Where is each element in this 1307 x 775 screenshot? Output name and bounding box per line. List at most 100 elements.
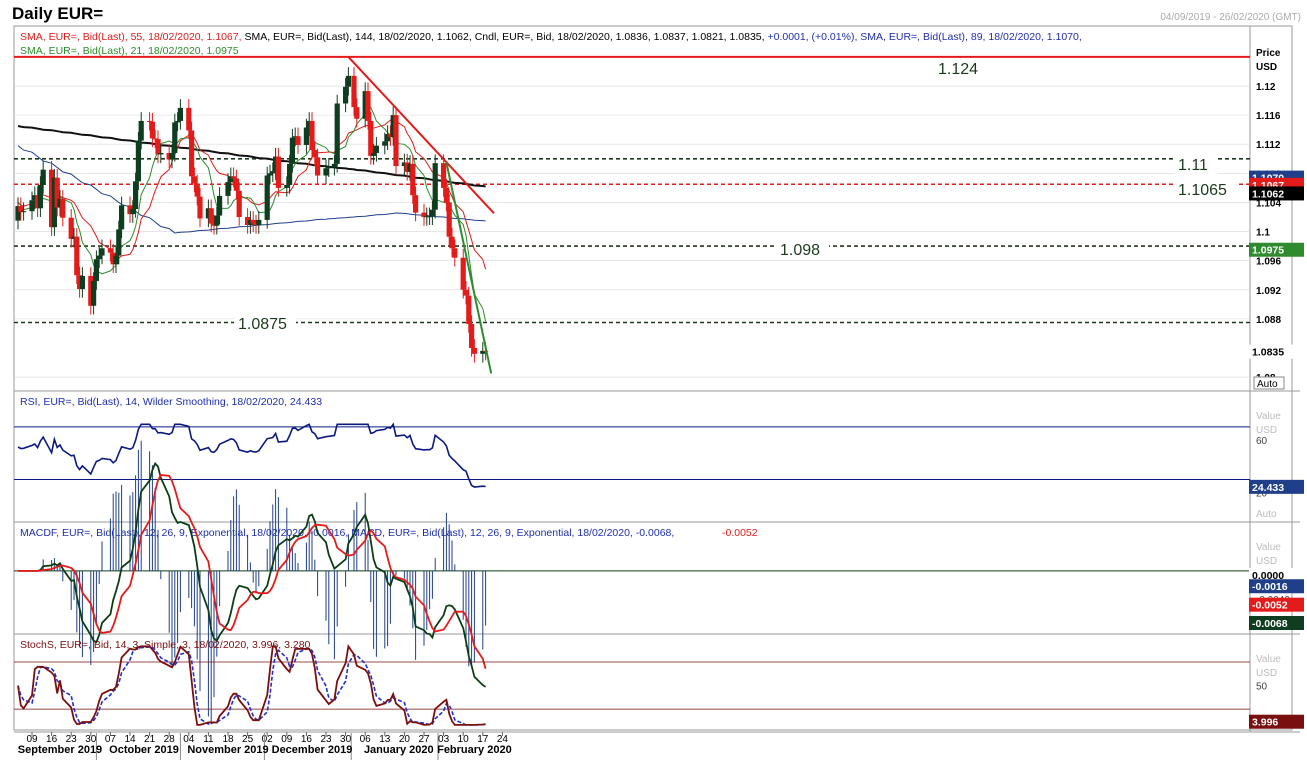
macd-hist-badge: -0.0016 (1252, 581, 1288, 593)
stoch-tick-label: 50 (1256, 682, 1268, 693)
candle-body (149, 121, 155, 139)
last-price-badge: 1.0835 (1252, 347, 1284, 359)
price-axis-title: Price (1256, 48, 1281, 59)
sma-21-badge: 1.0975 (1252, 245, 1284, 257)
candle-body (135, 140, 141, 182)
macd-signal-badge: -0.0052 (1252, 600, 1288, 612)
rsi-legend: RSI, EUR=, Bid(Last), 14, Wilder Smoothi… (20, 396, 322, 408)
stoch-badge: 3.996 (1252, 717, 1278, 729)
legend-part: +0.0001, (+0.01%), (767, 31, 860, 43)
candle-body (130, 208, 136, 215)
chart-canvas[interactable]: 1.121.1161.1121.1081.1041.11.0961.0921.0… (0, 0, 1307, 775)
price-tick-label: 1.096 (1256, 257, 1281, 268)
candle-body (334, 103, 340, 164)
legend-part: SMA, EUR=, Bid(Last), 21, 18/02/2020, 1.… (20, 45, 239, 57)
chart-window: Daily EUR= 04/09/2019 - 26/02/2020 (GMT)… (0, 0, 1307, 775)
level-label: 1.0875 (238, 316, 287, 333)
candle-body (463, 289, 469, 296)
candle-body (432, 163, 438, 210)
stoch-legend: StochS, EUR=, Bid, 14, 3, Simple, 3, 18/… (20, 639, 311, 651)
candle-body (93, 259, 99, 282)
price-tick-label: 1.12 (1256, 82, 1276, 93)
candle-body (189, 130, 195, 177)
candle-body (345, 75, 351, 87)
candle-body (469, 323, 475, 348)
price-tick-label: 1.1 (1256, 228, 1270, 239)
candle-body (133, 181, 139, 209)
legend-part: SMA, EUR=, Bid(Last), 89, 18/02/2020, 1.… (860, 31, 1082, 43)
price-tick-label: 1.088 (1256, 315, 1281, 326)
macd-axis-title: Value (1256, 542, 1281, 553)
candle-body (410, 163, 416, 196)
price-axis-unit: USD (1256, 62, 1277, 73)
candle-body (256, 219, 262, 226)
candle-body (191, 176, 197, 184)
rsi-axis-title: Value (1256, 411, 1281, 422)
candle-body (351, 75, 357, 108)
rsi-line (17, 422, 486, 488)
candle-body (267, 173, 273, 176)
candle-body (186, 107, 192, 131)
macd-legend-signal: -0.0052 (722, 527, 758, 539)
candle-body (312, 150, 318, 158)
candle-body (365, 91, 371, 121)
candle-body (40, 169, 46, 185)
legend: SMA, EUR=, Bid(Last), 55, 18/02/2020, 1.… (20, 31, 1082, 43)
legend-part: SMA, EUR=, Bid(Last), 144, 18/02/2020, 1… (244, 31, 474, 43)
candle-body (155, 139, 161, 155)
candle-body (29, 200, 35, 212)
candle-body (413, 195, 419, 213)
candle-body (119, 205, 125, 230)
month-label: February 2020 (437, 744, 512, 756)
candle-body (96, 255, 102, 260)
month-label: January 2020 (364, 744, 434, 756)
candle-body (323, 168, 329, 176)
level-label: 1.1065 (1178, 182, 1227, 199)
sma-144-line (17, 125, 486, 188)
level-label: 1.124 (938, 61, 978, 78)
candle-body (452, 248, 458, 258)
candle-body (194, 183, 200, 197)
candle-body (74, 236, 80, 276)
candle-body (354, 107, 360, 119)
price-tick-label: 1.116 (1256, 111, 1281, 122)
month-label: November 2019 (187, 744, 268, 756)
legend-part: Cndl, EUR=, Bid, 18/02/2020, 1.0836, 1.0… (475, 31, 768, 43)
candle-body (172, 122, 178, 153)
candle-body (449, 236, 455, 249)
price-tick-label: 1.112 (1256, 140, 1281, 151)
candle-body (79, 275, 85, 290)
candle-body (197, 196, 203, 219)
candle-body (275, 156, 281, 188)
candle-body (371, 152, 377, 156)
candle-body (91, 281, 97, 306)
rsi-auto-label: Auto (1256, 509, 1277, 520)
auto-scale-label: Auto (1257, 379, 1278, 390)
trendline (445, 162, 493, 374)
rsi-axis-unit: USD (1256, 425, 1277, 436)
candle-body (382, 141, 388, 146)
candle-body (208, 208, 214, 224)
candle-body (18, 206, 24, 212)
candle-body (116, 229, 122, 256)
candle-body (233, 178, 239, 191)
legend: SMA, EUR=, Bid(Last), 21, 18/02/2020, 1.… (20, 45, 239, 57)
candle-body (331, 163, 337, 167)
candle-body (169, 152, 175, 160)
candle-body (264, 175, 270, 220)
candle-body (225, 182, 231, 196)
candle-body (138, 120, 144, 141)
candle-body (315, 157, 321, 176)
legend-part: SMA, EUR=, Bid(Last), 55, 18/02/2020, 1.… (20, 31, 244, 43)
candle-body (427, 216, 433, 218)
candle-body (393, 115, 399, 167)
candle-body (158, 152, 164, 155)
candle-body (446, 202, 452, 237)
candle-body (60, 198, 66, 218)
candle-body (326, 166, 332, 169)
candle-body (309, 120, 315, 151)
macd-legend: MACDF, EUR=, Bid(Last), 12, 26, 9, Expon… (20, 527, 674, 539)
month-label: October 2019 (109, 744, 179, 756)
candle-body (214, 215, 220, 226)
macd-axis-unit: USD (1256, 556, 1277, 567)
